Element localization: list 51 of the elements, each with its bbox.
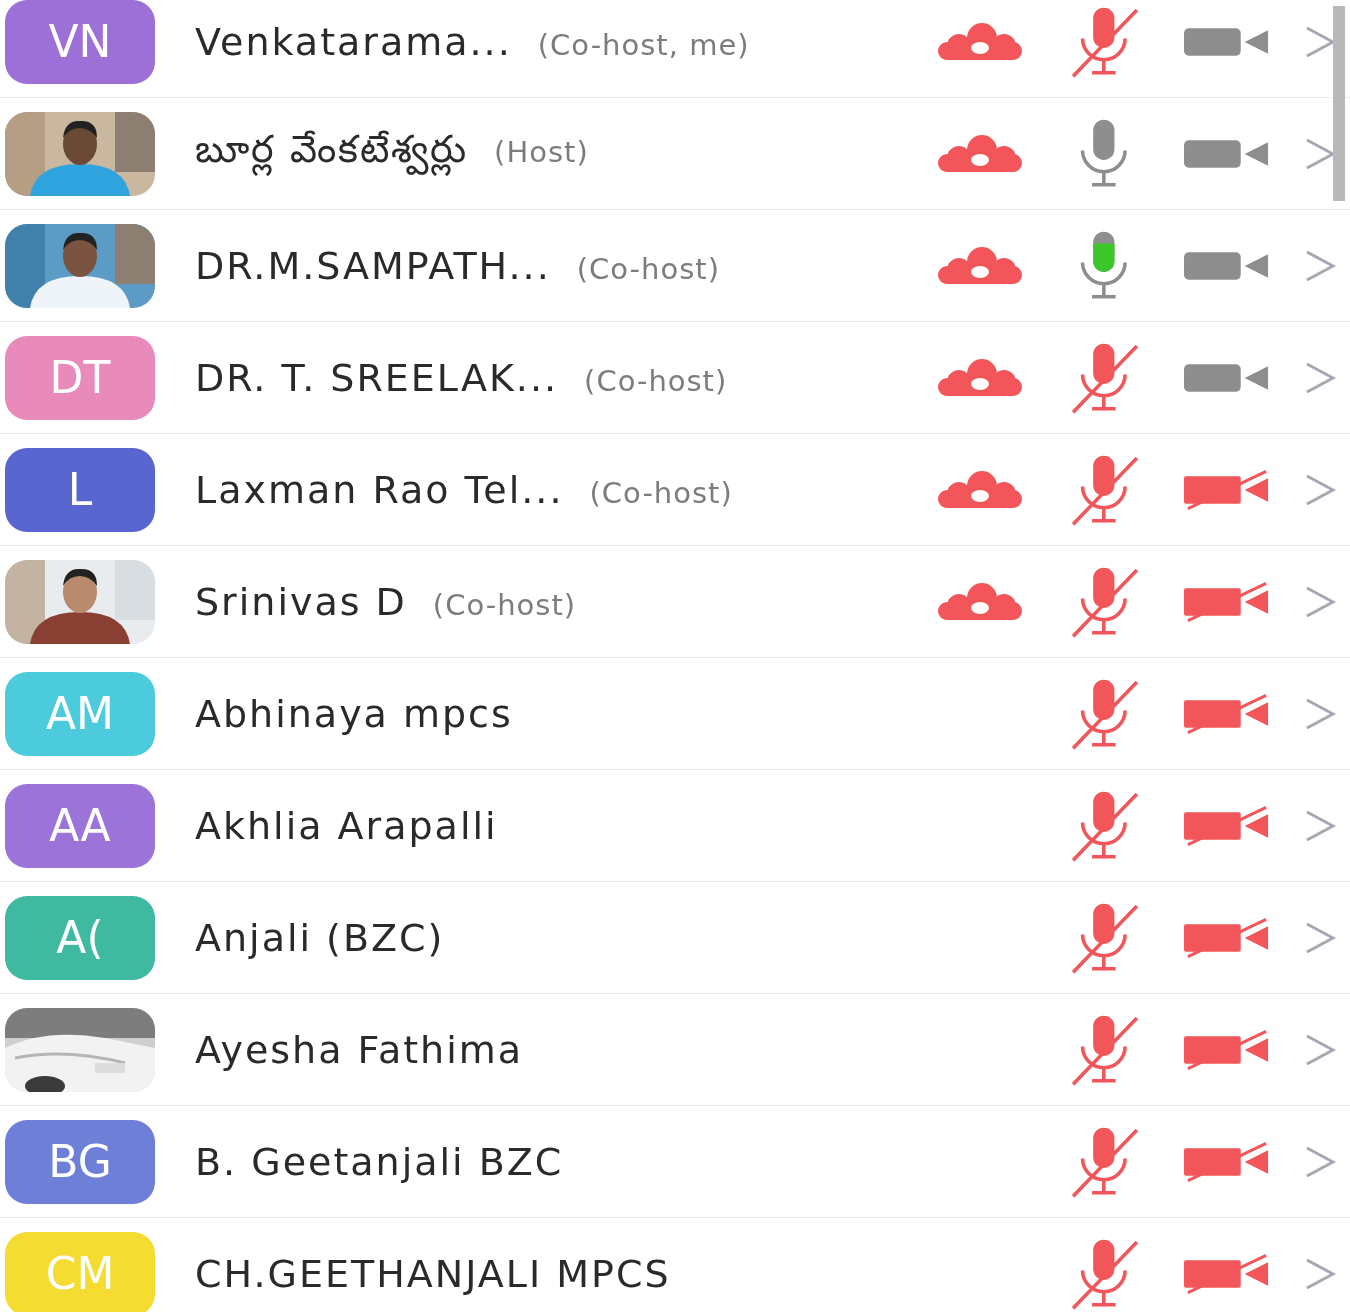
participant-row[interactable]: A( Anjali (BZC) [0, 882, 1350, 994]
avatar: DT [5, 335, 155, 420]
participant-role: (Host) [494, 135, 589, 169]
participant-name: Ayesha Fathima [195, 1027, 524, 1072]
participant-name: DR. T. SREELAK... [195, 355, 559, 400]
chevron-right-icon[interactable] [1304, 920, 1336, 955]
chevron-right-icon[interactable] [1304, 1144, 1336, 1179]
participant-role: (Co-host) [576, 251, 720, 286]
participant-row[interactable]: CM CH.GEETHANJALI MPCS [0, 1218, 1350, 1312]
participant-row[interactable]: Ayesha Fathima [0, 994, 1350, 1106]
participant-row[interactable]: AM Abhinaya mpcs [0, 658, 1350, 770]
chevron-right-icon[interactable] [1304, 136, 1336, 171]
participant-name: CH.GEETHANJALI MPCS [195, 1251, 671, 1296]
chevron-right-icon[interactable] [1304, 248, 1336, 283]
participant-row[interactable]: L Laxman Rao Tel... (Co-host) [0, 434, 1350, 546]
participant-row[interactable]: AA Akhlia Arapalli [0, 770, 1350, 882]
avatar: AA [5, 783, 155, 868]
participant-row[interactable]: DR.M.SAMPATH... (Co-host) [0, 210, 1350, 322]
participant-name: బూర్ల వేంకటేశ్వర్లు [195, 127, 469, 180]
avatar: CM [5, 1231, 155, 1312]
chevron-right-icon[interactable] [1304, 360, 1336, 395]
participant-name: Srinivas D [195, 579, 407, 624]
participant-role: (Co-host, me) [537, 27, 750, 62]
participant-name: Venkatarama... [195, 19, 512, 64]
participant-name: B. Geetanjali BZC [195, 1139, 564, 1184]
participant-row[interactable]: Srinivas D (Co-host) [0, 546, 1350, 658]
chevron-right-icon[interactable] [1304, 1256, 1336, 1291]
participant-name: Anjali (BZC) [195, 915, 445, 960]
chevron-right-icon[interactable] [1304, 24, 1336, 59]
participant-row[interactable]: DT DR. T. SREELAK... (Co-host) [0, 322, 1350, 434]
scrollbar[interactable] [1333, 6, 1345, 201]
chevron-right-icon[interactable] [1304, 472, 1336, 507]
participant-role: (Co-host) [589, 475, 733, 510]
chevron-right-icon[interactable] [1304, 584, 1336, 619]
participant-name: Laxman Rao Tel... [195, 467, 564, 512]
participant-row[interactable]: బూర్ల వేంకటేశ్వర్లు (Host) [0, 98, 1350, 210]
avatar: A( [5, 895, 155, 980]
chevron-right-icon[interactable] [1304, 808, 1336, 843]
participant-role: (Co-host) [432, 587, 577, 622]
chevron-right-icon[interactable] [1304, 696, 1336, 731]
chevron-right-icon[interactable] [1304, 1032, 1336, 1067]
avatar: L [5, 447, 155, 532]
participant-role: (Co-host) [584, 363, 728, 398]
participant-row[interactable]: VN Venkatarama... (Co-host, me) [0, 0, 1350, 98]
avatar: AM [5, 671, 155, 756]
avatar: BG [5, 1119, 155, 1204]
participant-name: Abhinaya mpcs [195, 691, 513, 736]
avatar: VN [5, 0, 155, 84]
participant-name: DR.M.SAMPATH... [195, 243, 551, 288]
participant-row[interactable]: BG B. Geetanjali BZC [0, 1106, 1350, 1218]
participant-name: Akhlia Arapalli [195, 803, 498, 848]
